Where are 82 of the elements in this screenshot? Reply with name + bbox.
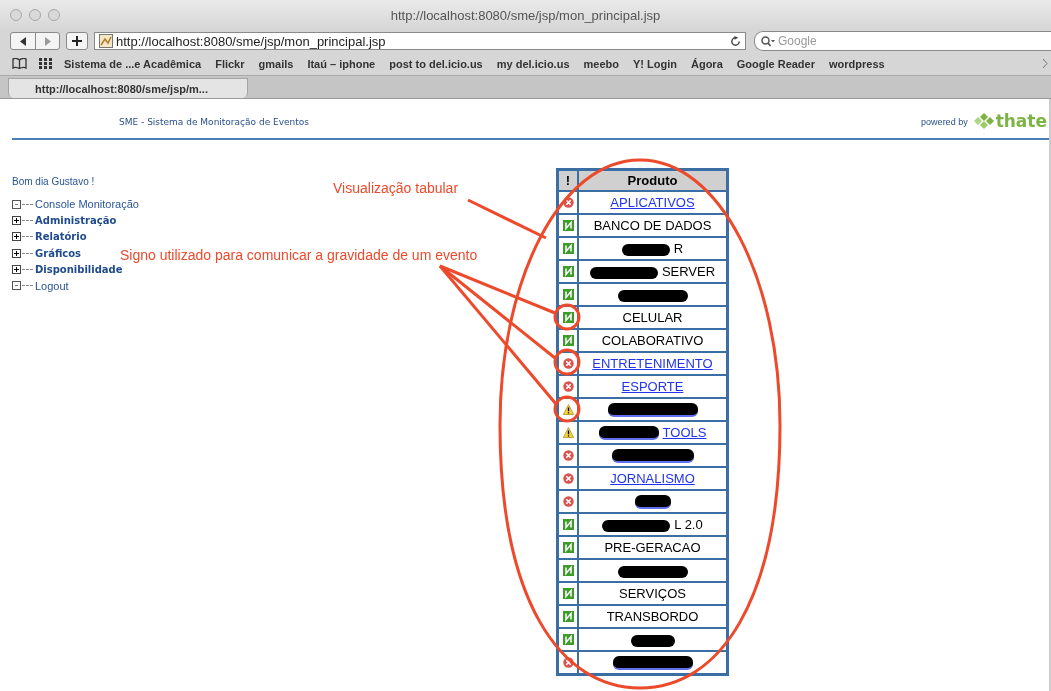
- powered-by-label: powered by: [921, 115, 968, 127]
- bookmark-link[interactable]: my del.icio.us: [496, 57, 570, 70]
- menu-item[interactable]: Logout: [35, 279, 69, 292]
- column-header: Produto: [578, 170, 727, 191]
- error-icon: [562, 496, 574, 507]
- greeting: Bom dia Gustavo !: [12, 176, 96, 187]
- product-link[interactable]: [607, 401, 698, 417]
- bookmark-link[interactable]: Flickr: [215, 57, 245, 70]
- logo-icon: [973, 112, 994, 129]
- product-name: COLABORATIVO: [601, 333, 704, 348]
- product-name: BANCO DE DADOS: [593, 218, 712, 233]
- expand-icon[interactable]: [12, 215, 21, 225]
- window-title: http://localhost:8080/sme/jsp/mon_principal.jsp: [389, 7, 662, 23]
- ok-icon: [562, 634, 574, 645]
- product-name: R: [621, 241, 684, 256]
- brand-name: thate: [995, 110, 1047, 131]
- menu-item[interactable]: Gráficos: [35, 247, 82, 259]
- ok-icon: [562, 220, 574, 231]
- expand-icon[interactable]: [12, 248, 21, 258]
- bookmark-link[interactable]: Sistema de ...e Acadêmica: [64, 57, 202, 70]
- plus-icon: [72, 36, 82, 46]
- expand-icon[interactable]: [12, 264, 21, 274]
- leaf-icon: [12, 281, 21, 291]
- warning-icon: [562, 427, 574, 438]
- bookmark-link[interactable]: Google Reader: [736, 57, 815, 70]
- back-icon: [18, 36, 28, 46]
- menu-item[interactable]: Administração: [35, 214, 117, 226]
- bookmark-link[interactable]: wordpress: [829, 57, 885, 70]
- annotation-label: Visualização tabular: [333, 180, 459, 196]
- page-icon: [99, 34, 113, 48]
- product-link[interactable]: [611, 447, 694, 463]
- bookmark-link[interactable]: gmails: [258, 57, 294, 70]
- highlight-circle: [553, 303, 581, 331]
- ok-icon: [562, 519, 574, 530]
- menu-item[interactable]: Relatório: [35, 231, 87, 243]
- annotation-label: Signo utilizado para comunicar a gravidade de um evento: [120, 247, 478, 263]
- menu-item[interactable]: Disponibilidade: [35, 263, 123, 275]
- warning-icon: [562, 404, 574, 415]
- error-icon: [562, 473, 574, 484]
- search-icon: [761, 35, 775, 47]
- bookmark-link[interactable]: Itaú – iphone: [307, 57, 376, 70]
- error-icon: [562, 657, 574, 668]
- expand-icon[interactable]: [12, 232, 21, 242]
- ok-icon: [562, 542, 574, 553]
- ok-icon: [562, 243, 574, 254]
- product-name: L 2.0: [602, 517, 703, 532]
- browser-tab[interactable]: http://localhost:8080/sme/jsp/m...: [8, 78, 248, 98]
- error-icon: [562, 197, 574, 208]
- ok-icon: [562, 565, 574, 576]
- error-icon: [562, 450, 574, 461]
- ok-icon: [562, 266, 574, 277]
- bookmark-link[interactable]: Ágora: [690, 57, 723, 70]
- grid-icon[interactable]: [39, 58, 52, 69]
- forward-icon: [43, 36, 52, 46]
- bookmark-link[interactable]: post to del.icio.us: [389, 57, 483, 70]
- address-field[interactable]: http://localhost:8080/sme/jsp/mon_principal.jsp: [94, 32, 746, 50]
- chevron-icon[interactable]: [1042, 59, 1048, 68]
- product-name: SERVER: [589, 264, 716, 279]
- product-name: PRE-GERACAO: [604, 540, 701, 555]
- app-title: SME - Sistema de Monitoração de Eventos: [119, 115, 310, 127]
- ok-icon: [562, 335, 574, 346]
- ok-icon: [562, 312, 574, 323]
- error-icon: [562, 381, 574, 392]
- product-name: SERVIÇOS: [619, 586, 686, 601]
- column-header: !: [558, 170, 578, 191]
- product-link[interactable]: [612, 654, 693, 670]
- product-name: CELULAR: [622, 310, 683, 325]
- product-link[interactable]: [634, 493, 671, 509]
- leaf-icon: [12, 199, 21, 209]
- book-icon[interactable]: [12, 58, 27, 69]
- ok-icon: [562, 611, 574, 622]
- ok-icon: [562, 289, 574, 300]
- highlight-circle: [553, 395, 581, 423]
- bookmark-link[interactable]: meebo: [583, 57, 619, 70]
- highlight-circle: [553, 348, 581, 376]
- bookmark-link[interactable]: Y! Login: [632, 57, 677, 70]
- menu-item[interactable]: Console Monitoração: [35, 198, 139, 211]
- add-bookmark-button[interactable]: [66, 32, 88, 50]
- reload-icon[interactable]: [730, 35, 741, 47]
- ok-icon: [562, 588, 574, 599]
- product-name: TRANSBORDO: [606, 609, 699, 624]
- error-icon: [562, 358, 574, 369]
